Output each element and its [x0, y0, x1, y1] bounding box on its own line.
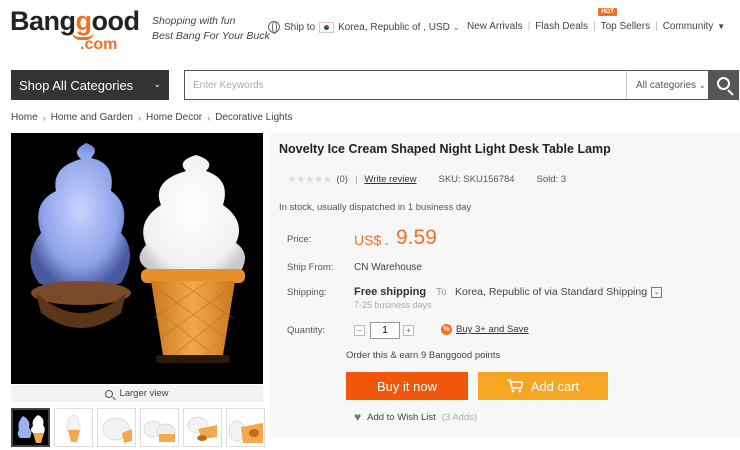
nav-community[interactable]: Community [663, 21, 714, 32]
quantity-input[interactable] [370, 322, 400, 339]
thumbnail-image [228, 420, 263, 443]
thumbnail-4[interactable] [140, 408, 179, 447]
chevron-down-icon: ⌄ [452, 22, 460, 32]
chevron-down-icon: ⌄ [153, 79, 161, 89]
breadcrumb-home-decor[interactable]: Home Decor [146, 112, 202, 123]
rating-row: ★★★★★ (0) | Write review SKU: SKU156784 … [287, 174, 567, 186]
search-category-select[interactable]: All categories ⌄ [626, 71, 708, 99]
ship-to-text: To [436, 287, 447, 298]
product-title: Novelty Ice Cream Shaped Night Light Des… [279, 142, 611, 156]
chevron-down-icon: ⌄ [383, 238, 390, 247]
quantity-label: Quantity: [287, 325, 326, 336]
sold-count: Sold: 3 [536, 174, 567, 185]
breadcrumb: Home › Home and Garden › Home Decor › De… [11, 112, 292, 123]
nav-new-arrivals[interactable]: New Arrivals [467, 21, 523, 32]
breadcrumb-home[interactable]: Home [11, 112, 38, 123]
ship-to-selector[interactable]: Ship to Korea, Republic of , USD ⌄ [268, 21, 460, 34]
star-rating: ★★★★★ [287, 174, 332, 186]
ship-from-value: CN Warehouse [354, 262, 422, 273]
shop-all-categories-button[interactable]: Shop All Categories ⌄ [11, 70, 169, 100]
main-product-image[interactable] [11, 133, 263, 384]
ice-cream-lamps-illustration [30, 143, 245, 363]
thumbnail-1[interactable] [11, 408, 50, 447]
thumbnail-2[interactable] [54, 408, 93, 447]
korea-flag-icon [319, 21, 335, 33]
thumbnail-image [143, 420, 176, 442]
chevron-down-icon: ⌄ [699, 80, 706, 90]
banggood-logo[interactable]: Banggood .com [10, 6, 150, 53]
search-box: All categories ⌄ [184, 70, 709, 100]
buy-now-button[interactable]: Buy it now [346, 372, 468, 400]
top-nav: New Arrivals | HOT Flash Deals | Top Sel… [467, 8, 726, 32]
hot-badge: HOT [598, 8, 617, 16]
shipping-days: 7-25 business days [354, 300, 432, 310]
free-shipping: Free shipping [354, 286, 427, 298]
thumbnail-3[interactable] [97, 408, 136, 447]
buy-3-save-link[interactable]: % Buy 3+ and Save [441, 324, 529, 335]
caret-down-icon: ▼ [717, 22, 726, 31]
thumbnail-image [17, 415, 45, 443]
quantity-stepper: – + [354, 322, 414, 339]
larger-view-button[interactable]: Larger view [11, 385, 263, 402]
thumbnail-strip [11, 408, 265, 447]
chevron-right-icon: › [42, 112, 46, 123]
thumbnail-image [66, 414, 81, 442]
cart-icon [506, 379, 523, 393]
price-label: Price: [287, 234, 312, 245]
breadcrumb-home-garden[interactable]: Home and Garden [51, 112, 133, 123]
price-value: 9.59 [396, 226, 437, 249]
write-review-link[interactable]: Write review [364, 174, 416, 185]
sku: SKU: SKU156784 [438, 174, 515, 185]
dropdown-icon: ⌄ [651, 286, 663, 298]
currency-selector[interactable]: US$ ⌄ [354, 232, 390, 248]
wish-count: (3 Adds) [441, 411, 478, 423]
magnifier-icon [105, 389, 114, 398]
thumbnail-image [187, 416, 217, 441]
logo-domain: .com [80, 36, 118, 53]
heart-icon: ♥ [354, 410, 362, 424]
thumbnail-image [102, 417, 132, 443]
review-count: (0) [336, 174, 348, 185]
nav-flash-deals[interactable]: HOT Flash Deals [535, 8, 617, 32]
globe-icon [268, 21, 280, 34]
stock-status: In stock, usually dispatched in 1 busine… [279, 202, 472, 213]
chevron-right-icon: › [207, 112, 211, 123]
add-to-wishlist[interactable]: ♥ Add to Wish List (3 Adds) [354, 410, 477, 424]
search-input[interactable] [185, 71, 626, 99]
breadcrumb-decorative-lights[interactable]: Decorative Lights [215, 112, 292, 123]
chevron-right-icon: › [137, 112, 141, 123]
thumbnail-6[interactable] [226, 408, 265, 447]
decrease-quantity-button[interactable]: – [354, 325, 365, 336]
header: Banggood .com Shopping with fun Best Ban… [0, 0, 740, 60]
shipping-method-selector[interactable]: Korea, Republic of via Standard Shipping… [455, 286, 663, 298]
shipping-label: Shipping: [287, 287, 327, 298]
search-button[interactable] [709, 70, 739, 100]
nav-top-sellers[interactable]: Top Sellers [601, 21, 650, 32]
add-to-cart-button[interactable]: Add cart [478, 372, 608, 400]
points-info: Order this & earn 9 Banggood points [346, 350, 501, 361]
tagline: Shopping with fun Best Bang For Your Buc… [152, 15, 270, 42]
ship-from-label: Ship From: [287, 262, 334, 273]
thumbnail-5[interactable] [183, 408, 222, 447]
increase-quantity-button[interactable]: + [403, 325, 414, 336]
discount-icon: % [441, 324, 452, 335]
